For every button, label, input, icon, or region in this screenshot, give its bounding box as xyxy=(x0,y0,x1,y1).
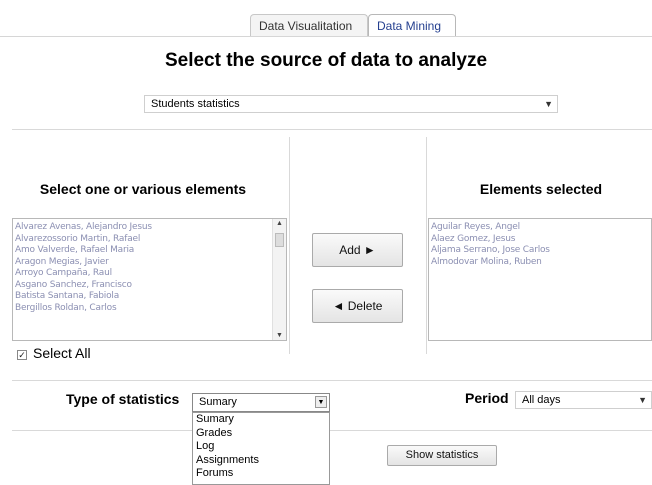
tab-data-visualitation[interactable]: Data Visualitation xyxy=(250,14,368,36)
delete-button[interactable]: ◄ Delete xyxy=(312,289,403,323)
check-icon: ✓ xyxy=(18,350,26,360)
section-divider xyxy=(330,430,652,431)
scroll-up-icon[interactable]: ▲ xyxy=(276,220,283,227)
period-label: Period xyxy=(465,390,509,406)
dropdown-option[interactable]: Assignments xyxy=(193,454,329,468)
tab-data-mining[interactable]: Data Mining xyxy=(368,14,456,37)
list-scrollbar[interactable]: ▲ ▼ xyxy=(272,219,286,340)
dropdown-option[interactable]: Log xyxy=(193,440,329,454)
section-divider xyxy=(12,129,652,130)
chevron-down-icon[interactable]: ▼ xyxy=(315,396,327,408)
type-of-statistics-dropdown[interactable]: Sumary Grades Log Assignments Forums xyxy=(192,412,330,485)
select-all-checkbox[interactable]: ✓ xyxy=(17,350,27,360)
list-item[interactable]: Arroyo Campaña, Raul xyxy=(13,268,286,280)
list-item[interactable]: Aljama Serrano, Jose Carlos xyxy=(429,245,651,257)
left-panel-label: Select one or various elements xyxy=(39,181,247,197)
dropdown-option[interactable]: Forums xyxy=(193,467,329,481)
dropdown-option[interactable]: Sumary xyxy=(193,413,329,427)
right-panel-label: Elements selected xyxy=(479,181,603,197)
list-item[interactable]: Asgano Sanchez, Francisco xyxy=(13,280,286,292)
list-item[interactable]: Alvarez Avenas, Alejandro Jesus xyxy=(13,222,286,234)
show-statistics-button[interactable]: Show statistics xyxy=(387,445,497,466)
column-divider xyxy=(289,137,290,354)
scroll-down-icon[interactable]: ▼ xyxy=(276,332,283,339)
selected-elements-list[interactable]: Aguilar Reyes, Angel Alaez Gomez, Jesus Al… xyxy=(428,218,652,341)
period-value: All days xyxy=(522,394,561,406)
add-button[interactable]: Add ► xyxy=(312,233,403,267)
list-item[interactable]: Almodovar Molina, Ruben xyxy=(429,257,651,269)
list-item[interactable]: Bergillos Roldan, Carlos xyxy=(13,303,286,315)
source-select-value: Students statistics xyxy=(151,98,240,110)
list-item[interactable]: Aragon Megias, Javier xyxy=(13,257,286,269)
section-divider xyxy=(12,380,652,381)
column-divider xyxy=(426,137,427,354)
chevron-down-icon: ▼ xyxy=(544,99,553,109)
type-of-statistics-value: Sumary xyxy=(199,396,237,408)
available-elements-list[interactable]: Alvarez Avenas, Alejandro Jesus Alvarezos… xyxy=(12,218,287,341)
list-item[interactable]: Aguilar Reyes, Angel xyxy=(429,222,651,234)
section-divider xyxy=(12,430,192,431)
list-item[interactable]: Alaez Gomez, Jesus xyxy=(429,234,651,246)
select-all-label: Select All xyxy=(33,345,91,361)
tab-divider xyxy=(0,36,652,37)
type-of-statistics-select[interactable]: Sumary ▼ xyxy=(192,393,330,412)
list-item[interactable]: Batista Santana, Fabiola xyxy=(13,291,286,303)
dropdown-option[interactable]: Grades xyxy=(193,427,329,441)
source-select[interactable]: Students statistics ▼ xyxy=(144,95,558,113)
chevron-down-icon: ▼ xyxy=(638,395,647,405)
list-item[interactable]: Amo Valverde, Rafael Maria xyxy=(13,245,286,257)
page-title: Select the source of data to analyze xyxy=(164,50,488,71)
period-select[interactable]: All days ▼ xyxy=(515,391,652,409)
type-of-statistics-label: Type of statistics xyxy=(66,391,180,407)
scroll-thumb[interactable] xyxy=(275,233,284,247)
list-item[interactable]: Alvarezossorio Martin, Rafael xyxy=(13,234,286,246)
